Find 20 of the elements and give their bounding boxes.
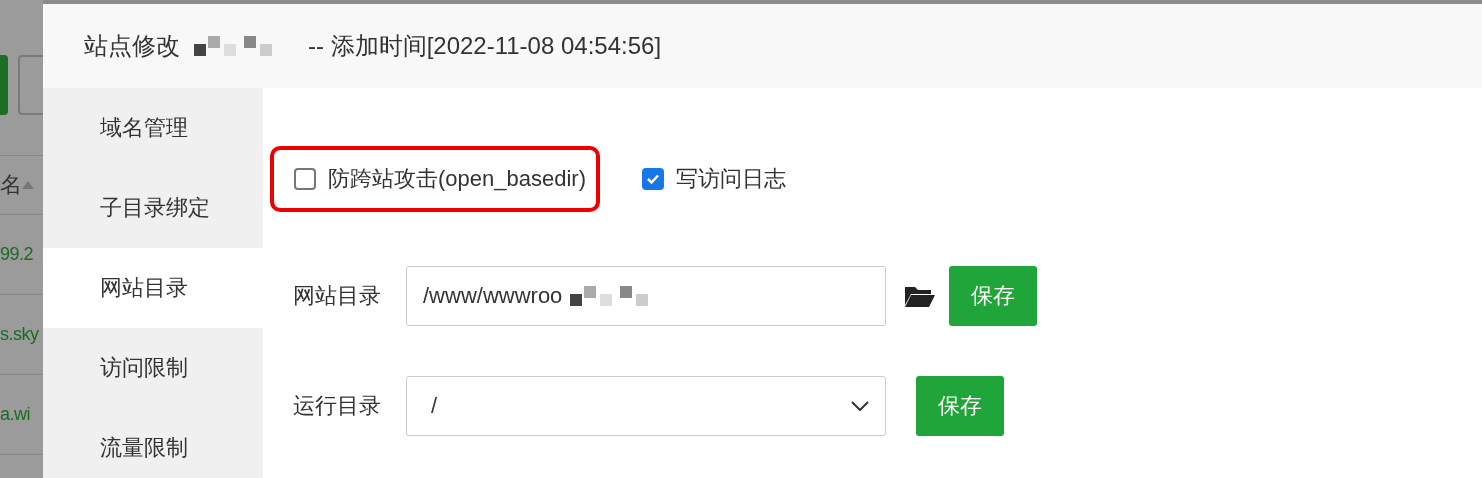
sidebar-item[interactable]: 域名管理 <box>43 88 263 168</box>
field-label: 网站目录 <box>293 282 382 310</box>
sidebar-item[interactable]: 网站目录 <box>43 248 263 328</box>
checkbox[interactable] <box>294 168 316 190</box>
sidebar-item[interactable]: 流量限制 <box>43 408 263 478</box>
add-button[interactable] <box>0 55 9 115</box>
checkbox[interactable] <box>642 168 664 190</box>
sidebar-item[interactable]: 访问限制 <box>43 328 263 408</box>
dialog-title: 站点修改 <box>84 31 180 61</box>
field-label: 运行目录 <box>293 392 382 420</box>
option-label: 防跨站攻击(open_basedir) <box>328 165 586 193</box>
select-field[interactable]: / <box>406 376 886 436</box>
folder-icon[interactable] <box>905 285 935 307</box>
input-field[interactable]: /www/wwwroo <box>406 266 886 326</box>
sidebar-item[interactable]: 子目录绑定 <box>43 168 263 248</box>
added-time: -- 添加时间[2022-11-08 04:54:56] <box>308 31 662 61</box>
column-header[interactable]: 名 <box>0 170 22 200</box>
sort-icon <box>22 181 34 189</box>
option-label: 写访问日志 <box>676 165 786 193</box>
chevron-down-icon <box>851 401 869 411</box>
